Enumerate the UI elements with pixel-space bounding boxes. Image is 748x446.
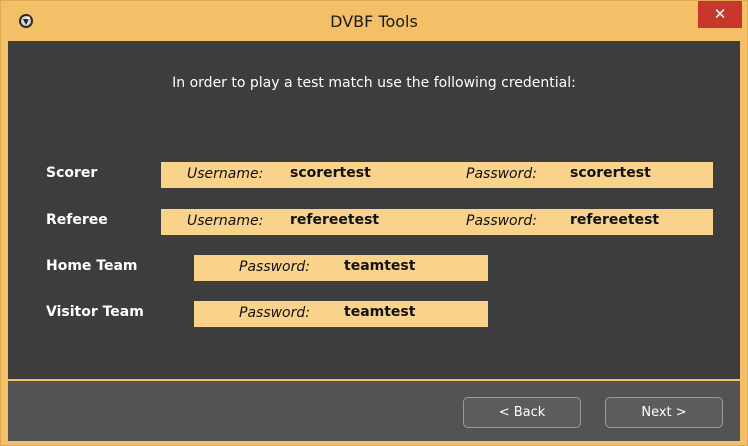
back-button[interactable]: < Back	[463, 397, 581, 428]
content-panel: In order to play a test match use the fo…	[8, 41, 740, 379]
referee-password-key: Password:	[466, 213, 537, 229]
scorer-label: Scorer	[46, 165, 98, 181]
scorer-password-value: scorertest	[570, 165, 651, 181]
visitor-team-password-value: teamtest	[344, 304, 416, 320]
scorer-username-key: Username:	[187, 166, 264, 182]
close-icon: ✕	[713, 5, 727, 23]
dialog-window: DVBF Tools ✕ In order to play a test mat…	[0, 0, 748, 446]
visitor-team-password-key: Password:	[239, 305, 310, 321]
window-title: DVBF Tools	[330, 12, 418, 31]
home-team-password-key: Password:	[239, 259, 310, 275]
home-team-password-value: teamtest	[344, 258, 416, 274]
close-button[interactable]: ✕	[698, 1, 742, 28]
visitor-team-credential-box: Password: teamtest	[194, 301, 488, 327]
referee-username-value: refereetest	[290, 212, 380, 228]
visitor-team-label: Visitor Team	[46, 304, 144, 320]
home-team-credential-box: Password: teamtest	[194, 255, 488, 281]
scorer-credential-box: Username: scorertest Password: scorertes…	[161, 162, 713, 188]
referee-credential-box: Username: refereetest Password: refereet…	[161, 209, 713, 235]
scorer-username-value: scorertest	[290, 165, 371, 181]
referee-password-value: refereetest	[570, 212, 660, 228]
title-bar[interactable]: DVBF Tools ✕	[1, 1, 747, 41]
button-bar: < Back Next >	[8, 381, 740, 441]
home-team-label: Home Team	[46, 258, 138, 274]
referee-label: Referee	[46, 212, 108, 228]
next-button[interactable]: Next >	[605, 397, 723, 428]
scorer-password-key: Password:	[466, 166, 537, 182]
intro-text: In order to play a test match use the fo…	[172, 75, 576, 91]
referee-username-key: Username:	[187, 213, 264, 229]
